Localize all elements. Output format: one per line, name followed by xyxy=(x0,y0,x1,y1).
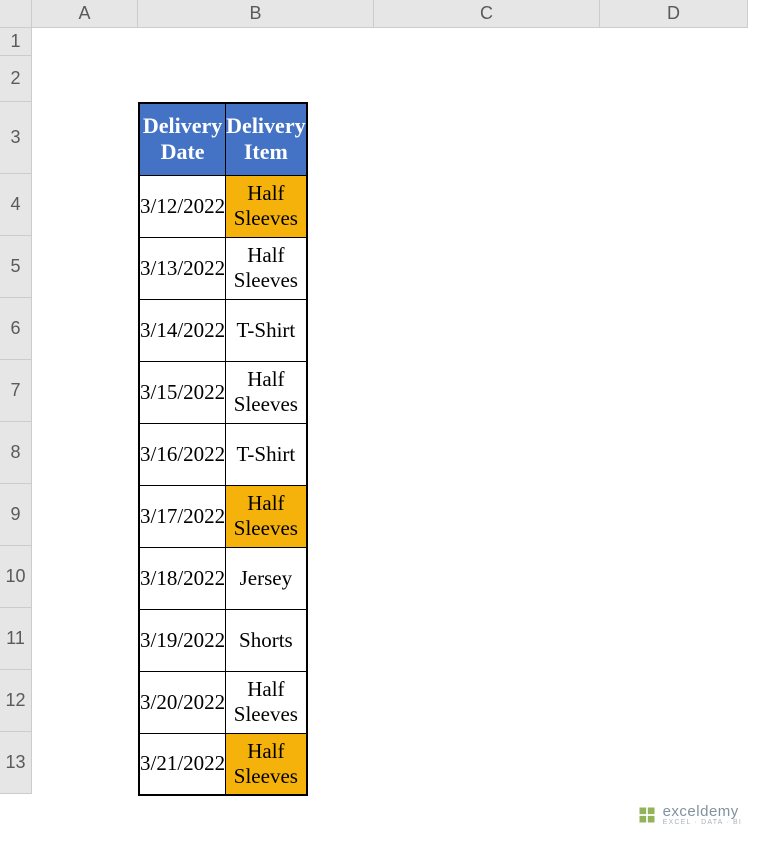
cell-delivery-item[interactable]: Half Sleeves xyxy=(226,175,307,237)
header-delivery-date[interactable]: Delivery Date xyxy=(139,103,226,175)
cell-delivery-item[interactable]: Half Sleeves xyxy=(226,485,307,547)
row-header-7[interactable]: 7 xyxy=(0,360,32,422)
cell-delivery-item[interactable]: Shorts xyxy=(226,609,307,671)
row-header-11[interactable]: 11 xyxy=(0,608,32,670)
column-header-C[interactable]: C xyxy=(374,0,600,28)
row-header-4[interactable]: 4 xyxy=(0,174,32,236)
row-headers: 12345678910111213 xyxy=(0,28,32,794)
row-header-1[interactable]: 1 xyxy=(0,28,32,56)
cell-delivery-item[interactable]: T-Shirt xyxy=(226,423,307,485)
row-header-3[interactable]: 3 xyxy=(0,102,32,174)
watermark-main: exceldemy xyxy=(663,804,742,819)
column-header-D[interactable]: D xyxy=(600,0,748,28)
cell-delivery-date[interactable]: 3/21/2022 xyxy=(139,733,226,795)
spreadsheet-view: ABCD 12345678910111213 Delivery Date Del… xyxy=(0,0,768,858)
header-delivery-item[interactable]: Delivery Item xyxy=(226,103,307,175)
cell-delivery-date[interactable]: 3/16/2022 xyxy=(139,423,226,485)
table-row: 3/18/2022Jersey xyxy=(139,547,307,609)
table-row: 3/12/2022Half Sleeves xyxy=(139,175,307,237)
cell-delivery-item[interactable]: Half Sleeves xyxy=(226,733,307,795)
data-table: Delivery Date Delivery Item 3/12/2022Hal… xyxy=(138,102,308,796)
cell-delivery-date[interactable]: 3/19/2022 xyxy=(139,609,226,671)
watermark: exceldemy EXCEL · DATA · BI xyxy=(637,804,742,826)
row-header-5[interactable]: 5 xyxy=(0,236,32,298)
cell-delivery-date[interactable]: 3/18/2022 xyxy=(139,547,226,609)
table-row: 3/17/2022Half Sleeves xyxy=(139,485,307,547)
select-all-corner[interactable] xyxy=(0,0,32,28)
row-header-6[interactable]: 6 xyxy=(0,298,32,360)
table-row: 3/21/2022Half Sleeves xyxy=(139,733,307,795)
table-row: 3/19/2022Shorts xyxy=(139,609,307,671)
cell-delivery-date[interactable]: 3/12/2022 xyxy=(139,175,226,237)
column-headers: ABCD xyxy=(32,0,748,28)
cell-delivery-item[interactable]: Jersey xyxy=(226,547,307,609)
cell-delivery-date[interactable]: 3/15/2022 xyxy=(139,361,226,423)
row-header-2[interactable]: 2 xyxy=(0,56,32,102)
cell-delivery-item[interactable]: Half Sleeves xyxy=(226,671,307,733)
table-row: 3/20/2022Half Sleeves xyxy=(139,671,307,733)
column-header-A[interactable]: A xyxy=(32,0,138,28)
cell-delivery-date[interactable]: 3/14/2022 xyxy=(139,299,226,361)
row-header-8[interactable]: 8 xyxy=(0,422,32,484)
cell-delivery-date[interactable]: 3/20/2022 xyxy=(139,671,226,733)
row-header-9[interactable]: 9 xyxy=(0,484,32,546)
table-row: 3/16/2022T-Shirt xyxy=(139,423,307,485)
watermark-sub: EXCEL · DATA · BI xyxy=(663,819,742,826)
table-row: 3/13/2022Half Sleeves xyxy=(139,237,307,299)
cell-delivery-date[interactable]: 3/17/2022 xyxy=(139,485,226,547)
exceldemy-logo-icon xyxy=(637,805,657,825)
cell-delivery-item[interactable]: T-Shirt xyxy=(226,299,307,361)
cell-delivery-item[interactable]: Half Sleeves xyxy=(226,361,307,423)
cell-delivery-item[interactable]: Half Sleeves xyxy=(226,237,307,299)
cell-delivery-date[interactable]: 3/13/2022 xyxy=(139,237,226,299)
table-header-row: Delivery Date Delivery Item xyxy=(139,103,307,175)
table-row: 3/14/2022T-Shirt xyxy=(139,299,307,361)
column-header-B[interactable]: B xyxy=(138,0,374,28)
row-header-10[interactable]: 10 xyxy=(0,546,32,608)
row-header-13[interactable]: 13 xyxy=(0,732,32,794)
row-header-12[interactable]: 12 xyxy=(0,670,32,732)
table-row: 3/15/2022Half Sleeves xyxy=(139,361,307,423)
